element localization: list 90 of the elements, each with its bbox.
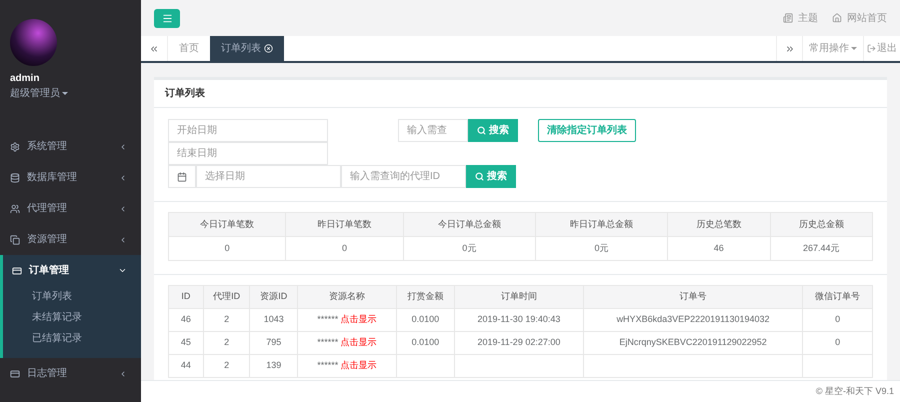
table-cell: 1043 [250,308,298,332]
table-cell: wHYXB6kda3VEP2220191130194032 [583,308,803,332]
chevron-left-icon [119,204,127,212]
double-chevron-right-icon [784,44,794,54]
table-cell: 46 [168,308,204,332]
topbar-link[interactable]: 网站首页 [832,10,887,26]
actions-dropdown[interactable]: 常用操作 [803,36,864,61]
table-cell: 0元 [535,236,668,260]
logout-icon [867,44,876,53]
newspaper-icon [783,13,793,23]
date-picker-field[interactable]: 选择日期 [196,165,341,188]
menu-toggle-button[interactable] [154,8,180,28]
chevron-left-icon [119,236,127,244]
close-icon [264,44,273,53]
calendar-icon [177,172,187,182]
column-header: 打赏金额 [396,286,454,308]
tab[interactable]: 首页 [168,36,210,61]
submenu-item[interactable]: 未结算记录 [3,307,141,328]
search-button[interactable]: 搜索 [466,165,516,188]
end-date-field[interactable]: 结束日期 [168,142,328,165]
caret-icon [62,92,68,95]
table-cell: 0元 [403,236,536,260]
tab[interactable]: 订单列表 [210,36,284,61]
table-cell: 0 [168,236,286,260]
chevron-left-icon [119,174,127,182]
search-icon [477,126,486,135]
table-cell: 0 [286,236,404,260]
table-cell: 795 [250,332,298,354]
user-role[interactable]: 超级管理员 [10,86,131,101]
column-header: 历史总金额 [770,212,872,236]
column-header: 昨日订单笔数 [286,212,404,236]
search-button[interactable]: 搜索 [468,119,518,142]
agent-search-field[interactable]: 输入需查询的代理ID [341,165,466,188]
avatar [10,19,57,66]
order-search-field[interactable]: 输入需查 [398,119,468,142]
table-cell: 0.0100 [396,308,454,332]
masked-name: ****** [317,314,338,324]
masked-name: ****** [317,337,338,348]
column-header: 微信订单号 [802,286,872,308]
chevron-left-icon [119,142,127,150]
reveal-link[interactable]: 点击显示 [340,337,377,348]
chevron-left-icon [119,370,127,378]
column-header: 订单时间 [454,286,584,308]
column-header: 资源ID [250,286,298,308]
menu-item[interactable]: 日志管理 [0,358,141,389]
table-cell: 0 [802,332,872,354]
table-cell: 0.0100 [396,332,454,354]
double-chevron-left-icon [149,44,159,54]
column-header: 历史总笔数 [668,212,770,236]
submenu-item[interactable]: 已结算记录 [3,328,141,349]
user-name: admin [10,72,40,86]
column-header: 代理ID [203,286,250,308]
home-icon [832,13,842,23]
table-cell: 45 [168,332,204,354]
table-cell: 2 [203,354,250,378]
table-cell: 46 [668,236,770,260]
menu-item[interactable]: 资源管理 [0,224,141,255]
search-icon [475,172,484,181]
menu-item[interactable]: 数据库管理 [0,162,141,193]
start-date-field[interactable]: 开始日期 [168,119,328,142]
column-header: 今日订单总金额 [403,212,536,236]
scroll-right-button[interactable] [776,36,803,61]
reveal-link[interactable]: 点击显示 [340,314,377,324]
table-cell: 2 [203,308,250,332]
topbar-link[interactable]: 主题 [783,10,818,26]
footer-text: © 星空-和天下 V9.1 [816,384,894,398]
table-cell: 0 [802,308,872,332]
chevron-down-icon [118,266,127,275]
column-header: 资源名称 [298,286,396,308]
clear-button[interactable]: 清除指定订单列表 [538,119,636,142]
table-cell: 44 [168,354,204,378]
column-header: 昨日订单总金额 [535,212,668,236]
table-cell: 2019-11-30 19:40:43 [454,308,584,332]
table-cell: 2019-11-29 02:27:00 [454,332,584,354]
menu-item[interactable]: 代理管理 [0,193,141,224]
reveal-link[interactable]: 点击显示 [340,360,377,370]
menu-item[interactable]: 系统管理 [0,131,141,162]
caret-icon [851,47,857,50]
table-cell: 2 [203,332,250,354]
panel-title: 订单列表 [154,80,887,108]
menu-item[interactable]: 订单管理 [3,255,141,286]
table-cell: EjNcrqnySKEBVC220191129022952 [583,332,803,354]
logout-button[interactable]: 退出 [864,36,900,61]
column-header: 订单号 [583,286,803,308]
table-cell: 139 [250,354,298,378]
column-header: 今日订单笔数 [168,212,286,236]
masked-name: ****** [317,360,338,370]
submenu-item[interactable]: 订单列表 [3,286,141,307]
table-cell: 267.44元 [770,236,872,260]
column-header: ID [168,286,204,308]
